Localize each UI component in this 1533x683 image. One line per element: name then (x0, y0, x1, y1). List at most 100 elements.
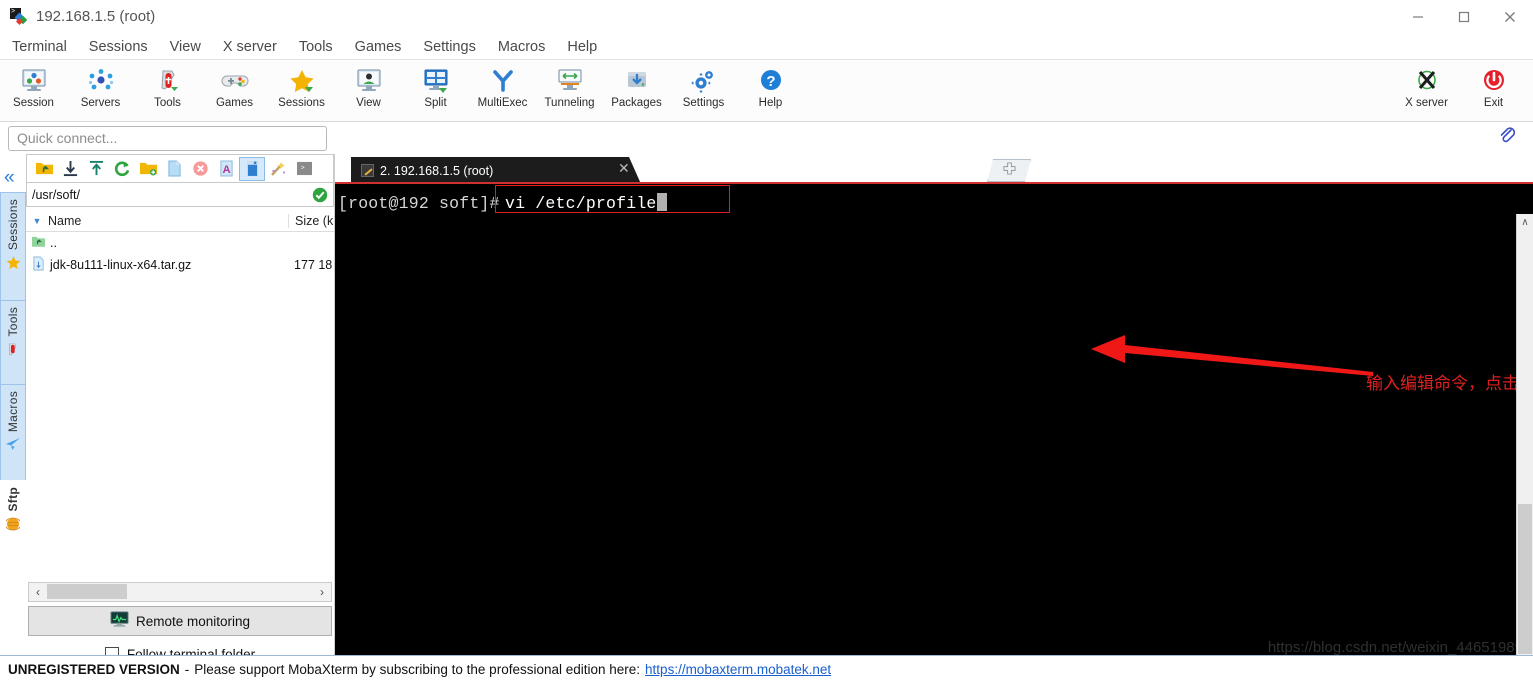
scroll-left-button[interactable]: ‹ (29, 585, 47, 599)
toolbar-games-label: Games (215, 97, 254, 109)
menu-macros[interactable]: Macros (498, 39, 559, 55)
status-bar: UNREGISTERED VERSION - Please support Mo… (0, 655, 1533, 683)
scroll-right-button[interactable]: › (313, 585, 331, 599)
horizontal-scroll-thumb[interactable] (47, 584, 127, 599)
toolbar-exit-button[interactable]: Exit (1460, 63, 1527, 109)
status-message: Please support MobaXterm by subscribing … (194, 662, 641, 677)
vertical-scroll-thumb[interactable] (1518, 504, 1532, 654)
svg-text:A: A (222, 164, 230, 176)
xserver-x-icon (1413, 66, 1441, 96)
toolbar-split-button[interactable]: Split (402, 63, 469, 109)
new-folder-icon[interactable] (135, 157, 161, 181)
bookmark-icon[interactable] (239, 156, 265, 181)
mobaxterm-link[interactable]: https://mobaxterm.mobatek.net (645, 662, 831, 677)
menu-games[interactable]: Games (355, 39, 415, 55)
parent-folder-icon[interactable] (31, 157, 57, 181)
svg-text:>: > (300, 164, 304, 171)
list-item[interactable]: jdk-8u111-linux-x64.tar.gz 177 18 (26, 254, 334, 276)
sftp-toolbar: A > (26, 154, 334, 182)
sidebar-item-tools[interactable]: Tools (0, 300, 26, 384)
terminal-vertical-scrollbar[interactable]: ∧ ∨ (1516, 214, 1533, 672)
file-list-empty-area (26, 276, 334, 582)
menu-settings[interactable]: Settings (423, 39, 488, 55)
toolbar-settings-button[interactable]: Settings (670, 63, 737, 109)
sessions-star-icon (288, 66, 316, 96)
sidebar-item-sessions[interactable]: Sessions (0, 192, 26, 300)
terminal-tab-label: 2. 192.168.1.5 (root) (380, 163, 494, 178)
tunneling-arrows-icon (556, 66, 584, 96)
refresh-icon[interactable] (109, 157, 135, 181)
terminal-tab[interactable]: 2. 192.168.1.5 (root) (351, 157, 641, 184)
terminal-output[interactable]: [root@192 soft]# vi /etc/profile 输入编辑命令，… (335, 184, 1533, 672)
unregistered-badge: UNREGISTERED VERSION (8, 662, 180, 677)
parent-folder-icon (26, 235, 50, 251)
remote-monitoring-button[interactable]: Remote monitoring (28, 606, 332, 636)
toolbar-exit-label: Exit (1483, 97, 1504, 109)
tools-knife-icon (154, 66, 182, 96)
menu-x-server[interactable]: X server (223, 39, 290, 55)
toolbar-help-button[interactable]: ? Help (737, 63, 804, 109)
sftp-path-input[interactable]: /usr/soft/ (26, 182, 334, 207)
sftp-panel: A > /usr/soft/ ▼ Name Size (k .. jdk-8u1… (26, 154, 335, 672)
status-separator: - (184, 662, 190, 677)
file-icon (26, 256, 50, 274)
column-header-name[interactable]: Name (48, 214, 288, 228)
paper-plane-icon (5, 437, 21, 453)
horizontal-scroll-track[interactable] (47, 583, 313, 601)
view-display-icon (355, 66, 383, 96)
toolbar-servers-button[interactable]: Servers (67, 63, 134, 109)
upload-icon[interactable] (83, 157, 109, 181)
toolbar-tunneling-button[interactable]: Tunneling (536, 63, 603, 109)
maximize-button[interactable] (1441, 0, 1487, 34)
terminal-tab-icon (361, 164, 374, 177)
list-item[interactable]: .. (26, 232, 334, 254)
window-controls (1395, 0, 1533, 34)
close-button[interactable] (1487, 0, 1533, 34)
toolbar-split-label: Split (424, 97, 447, 109)
new-tab-button[interactable] (987, 159, 1031, 182)
file-list-header: ▼ Name Size (k (26, 210, 334, 232)
terminal-icon[interactable]: > (291, 157, 317, 181)
sort-descending-icon[interactable]: ▼ (26, 216, 48, 226)
menu-help[interactable]: Help (567, 39, 610, 55)
toolbar-multiexec-button[interactable]: MultiExec (469, 63, 536, 109)
magic-wand-icon[interactable] (265, 157, 291, 181)
menu-tools[interactable]: Tools (299, 39, 346, 55)
terminal-tab-close-button[interactable]: ✕ (618, 160, 630, 177)
toolbar-session-label: Session (13, 97, 54, 109)
toolbar-xserver-button[interactable]: X server (1393, 63, 1460, 109)
sidebar-item-sftp[interactable]: Sftp (0, 480, 26, 552)
toolbar-games-button[interactable]: Games (201, 63, 268, 109)
sidebar-item-sessions-label: Sessions (6, 199, 20, 251)
toolbar-right-group: X server Exit (1393, 63, 1527, 109)
menu-sessions[interactable]: Sessions (89, 39, 161, 55)
toolbar-servers-label: Servers (80, 97, 121, 109)
toolbar-packages-button[interactable]: Packages (603, 63, 670, 109)
toolbar-sessions-button[interactable]: Sessions (268, 63, 335, 109)
collapse-sidebar-button[interactable]: « (4, 168, 15, 187)
toolbar-view-button[interactable]: View (335, 63, 402, 109)
plus-icon (1002, 161, 1016, 180)
sidebar-item-macros-label: Macros (6, 391, 20, 433)
paperclip-icon[interactable] (1497, 125, 1517, 150)
menu-view[interactable]: View (170, 39, 214, 55)
download-icon[interactable] (57, 157, 83, 181)
scroll-up-button[interactable]: ∧ (1517, 214, 1533, 231)
minimize-button[interactable] (1395, 0, 1441, 34)
menu-terminal[interactable]: Terminal (12, 39, 80, 55)
delete-icon[interactable] (187, 157, 213, 181)
title-bar: 192.168.1.5 (root) (0, 0, 1533, 34)
new-file-icon[interactable] (161, 157, 187, 181)
toolbar-session-button[interactable]: Session (0, 63, 67, 109)
list-item-name: .. (50, 236, 57, 250)
app-logo-icon (10, 7, 28, 26)
toolbar-help-label: Help (758, 97, 783, 109)
quick-connect-input[interactable]: Quick connect... (8, 125, 327, 151)
text-view-icon[interactable]: A (213, 157, 239, 181)
sidebar-item-macros[interactable]: Macros (0, 384, 26, 480)
packages-download-icon (623, 66, 651, 96)
column-header-size[interactable]: Size (k (288, 213, 334, 228)
horizontal-scrollbar[interactable]: ‹ › (28, 582, 332, 602)
terminal-area: 2. 192.168.1.5 (root) ✕ [root@192 soft]#… (335, 154, 1533, 672)
toolbar-tools-button[interactable]: Tools (134, 63, 201, 109)
